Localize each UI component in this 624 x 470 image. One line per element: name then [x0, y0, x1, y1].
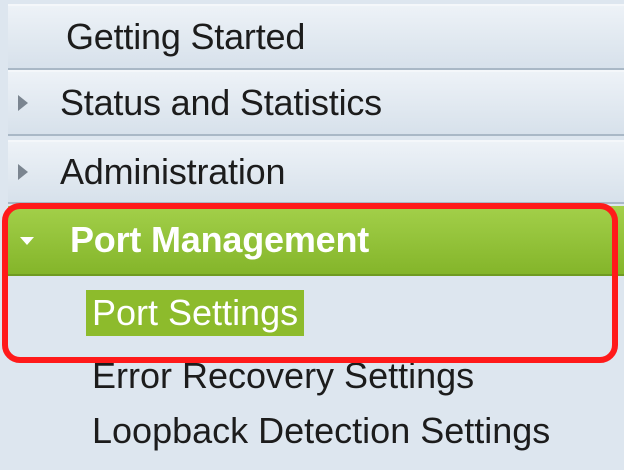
expand-arrow-icon — [18, 164, 28, 180]
nav-subitem-error-recovery-settings[interactable]: Error Recovery Settings — [92, 355, 474, 397]
nav-item-getting-started[interactable]: Getting Started — [8, 4, 624, 70]
navigation-panel: Getting Started Status and Statistics Ad… — [0, 0, 624, 470]
nav-item-label: Status and Statistics — [60, 82, 382, 123]
nav-item-status-and-statistics[interactable]: Status and Statistics — [8, 70, 624, 136]
collapse-arrow-icon — [20, 237, 34, 245]
expand-arrow-icon — [18, 95, 28, 111]
nav-subitem-port-settings[interactable]: Port Settings — [86, 290, 305, 336]
nav-item-label: Port Management — [70, 219, 370, 260]
nav-item-port-management[interactable]: Port Management — [8, 206, 624, 276]
nav-subitem-loopback-detection-settings[interactable]: Loopback Detection Settings — [92, 410, 550, 452]
nav-item-label: Getting Started — [66, 16, 306, 57]
nav-item-administration[interactable]: Administration — [8, 140, 624, 204]
nav-item-label: Administration — [60, 151, 286, 192]
